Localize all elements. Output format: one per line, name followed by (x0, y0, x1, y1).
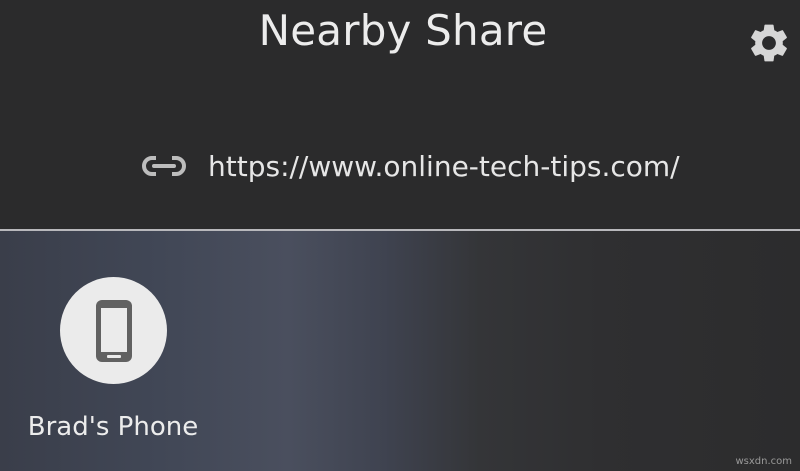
nearby-devices-panel: Brad's Phone (0, 231, 800, 471)
gear-icon (751, 24, 787, 62)
shared-url: https://www.online-tech-tips.com/ (208, 149, 680, 183)
shared-link-row: https://www.online-tech-tips.com/ (140, 146, 680, 186)
share-header-panel: Nearby Share https://www.online-tech-tip… (0, 0, 800, 229)
device-item[interactable]: Brad's Phone (10, 277, 216, 442)
watermark: wsxdn.com (735, 456, 792, 467)
link-icon (140, 154, 188, 178)
device-avatar (60, 277, 167, 384)
page-title: Nearby Share (258, 6, 548, 55)
settings-button[interactable] (744, 18, 794, 68)
smartphone-icon (95, 299, 132, 362)
device-name: Brad's Phone (27, 412, 199, 442)
